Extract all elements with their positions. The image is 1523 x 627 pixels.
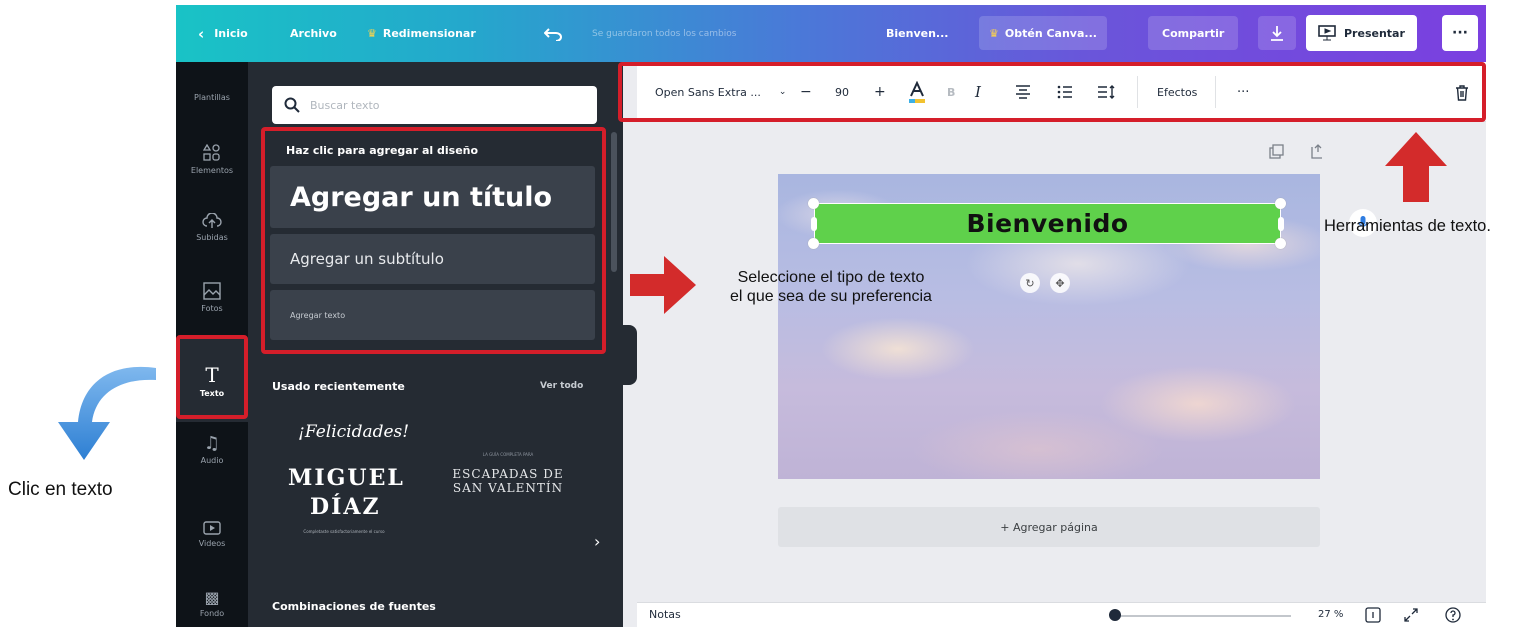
selected-title-textbox[interactable]: Bienvenido [814,203,1281,244]
crown-icon: ♛ [367,27,377,40]
sidebar-item-videos[interactable]: Videos [176,499,248,569]
more-options-button[interactable]: ··· [1442,15,1478,51]
add-page-button[interactable]: + Agregar página [778,507,1320,547]
document-title[interactable]: Bienven... [886,5,948,62]
red-right-arrow-icon [630,256,696,314]
sidebar-item-label: Subidas [196,232,228,242]
zoom-slider-handle[interactable] [1109,609,1121,621]
sidebar-item-photos[interactable]: Fotos [176,262,248,332]
page-count-icon[interactable] [1365,607,1381,623]
present-button[interactable]: Presentar [1306,15,1417,51]
sidebar-item-label: Videos [198,538,226,548]
resize-handle[interactable] [1278,217,1284,231]
text-tab-highlight-box [176,335,248,419]
thumbnail-line2: SAN VALENTÍN [452,481,564,495]
download-icon [1271,26,1283,41]
back-home-label: Inicio [214,27,248,40]
video-icon [203,520,221,535]
music-note-icon: ♫ [203,433,221,454]
annotation-line: el que sea de su preferencia [730,288,932,305]
panel-highlight-box [261,127,606,354]
sidebar-item-templates[interactable]: Plantillas [176,62,248,132]
title-text: Bienvenido [966,209,1129,238]
thumbnail-name-line1: MIGUEL [288,465,405,491]
file-menu-button[interactable]: Archivo [290,5,337,62]
presentation-icon [1318,25,1336,41]
thumbnail-line1: ESCAPADAS DE [452,467,564,481]
sidebar-item-uploads[interactable]: Subidas [176,192,248,262]
search-icon [284,97,300,113]
sidebar-item-label: Audio [200,456,224,465]
annotation-select-text-type: Seleccione el tipo de texto el que sea d… [695,268,967,306]
duplicate-page-icon[interactable] [1269,144,1285,160]
chevron-left-icon: ‹ [198,24,205,43]
thumbnail-name-line2: DÍAZ [310,494,381,520]
chevron-right-icon[interactable]: › [594,532,600,551]
share-button[interactable]: Compartir [1148,16,1239,50]
pattern-icon: ▩ [204,588,220,607]
red-up-arrow-icon [1385,132,1447,202]
rotate-icon[interactable]: ↻ [1020,273,1040,293]
zoom-slider[interactable] [1115,615,1291,617]
thumbnail-caption: LA GUÍA COMPLETA PARA [482,452,534,457]
sidebar-item-label: Elementos [190,165,234,175]
search-input[interactable]: Buscar texto [272,86,597,124]
thumbnail-script-text: ¡Felicidades! [298,422,410,442]
top-bar: ‹ Inicio Archivo ♛ Redimensionar Se guar… [176,5,1486,62]
font-combo-thumbnail[interactable]: LA GUÍA COMPLETA PARA ESCAPADAS DE SAN V… [433,452,583,522]
resize-handle[interactable] [1275,238,1286,249]
download-button[interactable] [1258,16,1296,50]
present-label: Presentar [1344,26,1405,40]
editor-area: Open Sans Extra ... ⌄ − 90 + B I Efectos… [637,62,1486,627]
design-canvas[interactable]: Bienvenido ↻ ✥ [778,174,1320,479]
font-combinations-heading: Combinaciones de fuentes [272,600,436,613]
recently-used-heading: Usado recientemente [272,380,405,393]
back-home-button[interactable]: ‹ Inicio [198,5,248,62]
sidebar-item-audio[interactable]: ♫ Audio [176,414,248,484]
sidebar-item-label: Fondo [199,609,225,618]
annotation-click-text: Clic en texto [8,479,113,500]
blue-curved-arrow-icon [58,366,156,460]
undo-button[interactable] [544,5,562,62]
toolbar-highlight-box [618,62,1486,122]
upgrade-label: Obtén Canva... [1004,26,1097,40]
thumbnail-caption: Completaste satisfactoriamente el curso [303,529,385,534]
resize-button[interactable]: ♛ Redimensionar [367,5,476,62]
screenshot-root: ‹ Inicio Archivo ♛ Redimensionar Se guar… [0,0,1523,627]
fullscreen-icon[interactable] [1403,607,1419,623]
resize-handle[interactable] [811,217,817,231]
resize-handle[interactable] [808,238,819,249]
collapse-panel-handle[interactable] [623,325,637,385]
panel-scrollbar[interactable] [611,132,617,272]
move-icon[interactable]: ✥ [1050,273,1070,293]
sidebar-item-elements[interactable]: Elementos [176,124,248,194]
see-all-link[interactable]: Ver todo [540,381,583,391]
zoom-level[interactable]: 27 % [1318,609,1343,620]
sidebar-item-background[interactable]: ▩ Fondo [176,568,248,627]
annotation-line: Seleccione el tipo de texto [737,269,925,286]
cloud-upload-icon [202,212,222,228]
search-placeholder: Buscar texto [310,98,380,112]
upgrade-button[interactable]: ♛ Obtén Canva... [979,16,1107,50]
sidebar-item-label: Plantillas [194,92,230,102]
sidebar-item-label: Fotos [201,303,223,313]
resize-handle[interactable] [808,198,819,209]
resize-label: Redimensionar [382,27,476,40]
notes-button[interactable]: Notas [649,608,681,621]
bottom-bar: Notas 27 % [637,602,1486,627]
undo-icon [544,27,562,41]
font-combo-thumbnail[interactable]: ¡Felicidades! MIGUEL DÍAZ Completaste sa… [270,417,420,557]
save-status: Se guardaron todos los cambios [592,28,737,39]
add-page-icon[interactable] [1309,144,1325,160]
resize-handle[interactable] [1275,198,1286,209]
crown-icon: ♛ [989,26,999,40]
shapes-icon [203,143,220,161]
image-icon [203,281,221,300]
help-icon[interactable] [1445,607,1461,623]
annotation-text-tools: Herramientas de texto. [1324,217,1491,235]
